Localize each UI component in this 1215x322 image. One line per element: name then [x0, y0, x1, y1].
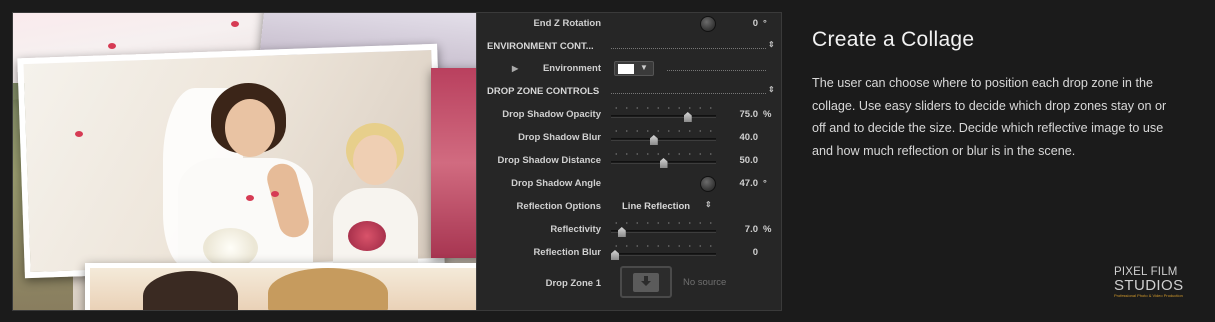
updown-arrows-icon[interactable]: ⇕ [768, 40, 775, 49]
section-divider [611, 48, 766, 49]
preview-frame: End Z Rotation 0 ° ENVIRONMENT CONT... ⇕… [12, 12, 782, 311]
drop-zone-section-header[interactable]: DROP ZONE CONTROLS ⇕ [477, 83, 781, 103]
slider-ticks [611, 129, 716, 133]
drop-arrow-icon [633, 273, 659, 292]
slider-ticks [611, 244, 716, 248]
slider-knob[interactable] [659, 158, 668, 168]
shadow-opacity-value[interactable]: 75.0 [740, 109, 759, 120]
slider-knob[interactable] [683, 112, 692, 122]
shadow-opacity-unit: % [763, 109, 772, 120]
environment-section-title: ENVIRONMENT CONT... [487, 41, 594, 52]
shadow-blur-slider[interactable] [611, 135, 716, 145]
feature-heading: Create a Collage [812, 28, 975, 51]
slider-ticks [611, 152, 716, 156]
shadow-distance-row: Drop Shadow Distance 50.0 [477, 152, 781, 172]
drop-zone-1-row: Drop Zone 1 No source [477, 266, 781, 300]
environment-row: ▶ Environment ▼ [477, 60, 781, 80]
updown-arrows-icon[interactable]: ⇕ [768, 85, 775, 94]
pixel-film-studios-logo: PIXEL FILM STUDIOS Professional Photo & … [1114, 266, 1194, 298]
rose-petal [75, 131, 83, 137]
environment-color-well[interactable]: ▼ [614, 61, 654, 76]
logo-tagline: Professional Photo & Video Production [1114, 293, 1183, 298]
drop-zone-1-status: No source [683, 277, 727, 288]
shadow-angle-label: Drop Shadow Angle [511, 178, 601, 189]
reflectivity-unit: % [763, 224, 772, 235]
bride-face [225, 99, 275, 157]
environment-color-swatch [618, 64, 634, 74]
environment-label: Environment [542, 63, 601, 74]
reflection-blur-value[interactable]: 0 [753, 247, 758, 258]
drop-zone-1-label: Drop Zone 1 [545, 278, 601, 289]
slider-knob[interactable] [649, 135, 658, 145]
slider-knob[interactable] [611, 250, 619, 260]
inspector-panel: End Z Rotation 0 ° ENVIRONMENT CONT... ⇕… [476, 13, 781, 310]
girl-face [353, 135, 397, 185]
reflection-options-label: Reflection Options [516, 201, 601, 212]
section-divider [611, 93, 766, 94]
logo-line-2: STUDIOS [1114, 277, 1184, 294]
end-z-rotation-unit: ° [763, 18, 767, 29]
slider-ticks [611, 106, 716, 110]
shadow-blur-value[interactable]: 40.0 [740, 132, 759, 143]
reflection-blur-label: Reflection Blur [533, 247, 601, 258]
environment-section-header[interactable]: ENVIRONMENT CONT... ⇕ [477, 38, 781, 58]
shadow-blur-label: Drop Shadow Blur [518, 132, 601, 143]
disclosure-triangle-icon[interactable]: ▶ [512, 64, 518, 73]
reflectivity-slider[interactable] [611, 227, 716, 237]
rose-petal [108, 43, 116, 49]
reflection-blur-row: Reflection Blur 0 [477, 244, 781, 264]
collage-photo-right [431, 68, 476, 258]
shadow-angle-row: Drop Shadow Angle 47.0 ° [477, 175, 781, 195]
rose-petal [271, 191, 279, 197]
end-z-rotation-label: End Z Rotation [533, 18, 601, 29]
chevron-down-icon[interactable]: ▼ [640, 63, 648, 72]
reflectivity-value[interactable]: 7.0 [745, 224, 758, 235]
drop-zone-section-title: DROP ZONE CONTROLS [487, 86, 600, 97]
rose-petal [246, 195, 254, 201]
shadow-opacity-row: Drop Shadow Opacity 75.0 % [477, 106, 781, 126]
end-z-rotation-value[interactable]: 0 [753, 18, 758, 29]
end-z-rotation-dial[interactable] [700, 16, 716, 32]
feature-description: The user can choose where to position ea… [812, 76, 1167, 158]
shadow-opacity-label: Drop Shadow Opacity [502, 109, 601, 120]
reflectivity-row: Reflectivity 7.0 % [477, 221, 781, 241]
reflection-options-row: Reflection Options Line Reflection ⇕ [477, 198, 781, 218]
collage-preview-image [13, 13, 476, 310]
rose-petal [231, 21, 239, 27]
girl-bouquet [348, 221, 386, 251]
updown-arrows-icon[interactable]: ⇕ [705, 200, 712, 209]
shadow-distance-slider[interactable] [611, 158, 716, 168]
section-divider [667, 70, 766, 71]
reflection-options-popup[interactable]: Line Reflection [622, 201, 690, 212]
shadow-distance-value[interactable]: 50.0 [740, 155, 759, 166]
shadow-blur-row: Drop Shadow Blur 40.0 [477, 129, 781, 149]
shadow-angle-unit: ° [763, 178, 767, 189]
shadow-opacity-slider[interactable] [611, 112, 716, 122]
slider-ticks [611, 221, 716, 225]
end-z-rotation-row: End Z Rotation 0 ° [477, 15, 781, 35]
slider-knob[interactable] [617, 227, 626, 237]
reflectivity-label: Reflectivity [550, 224, 601, 235]
bride-bouquet [203, 228, 258, 268]
drop-zone-1-well[interactable] [620, 266, 672, 298]
shadow-angle-value[interactable]: 47.0 [740, 178, 759, 189]
bride-hair-bottom [268, 268, 388, 310]
reflection-blur-slider[interactable] [611, 250, 716, 260]
shadow-angle-dial[interactable] [700, 176, 716, 192]
shadow-distance-label: Drop Shadow Distance [497, 155, 601, 166]
